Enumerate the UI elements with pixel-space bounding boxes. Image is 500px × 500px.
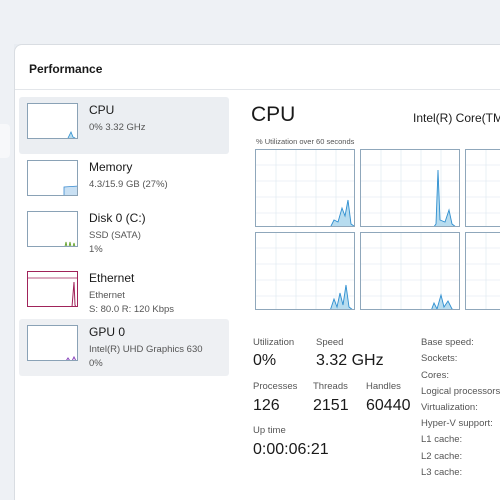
sidebar-item-ethernet[interactable]: Ethernet Ethernet S: 80.0 R: 120 Kbps: [19, 265, 229, 322]
uptime-value: 0:00:06:21: [253, 441, 329, 458]
spec-label: Sockets:: [421, 353, 458, 364]
utilization-value: 0%: [253, 352, 277, 369]
cpu-core-graph: [255, 149, 355, 227]
sidebar-item-detail: 0% 3.32 GHz: [89, 122, 146, 133]
nav-rail-selected-item[interactable]: [0, 124, 10, 158]
performance-window: Performance CPU 0% 3.32 GHz Memory 4.3/1…: [14, 44, 500, 500]
spec-label: L3 cache:: [421, 467, 463, 478]
sidebar-item-detail: 0%: [89, 358, 103, 369]
spec-label: Logical processors:: [421, 386, 500, 397]
utilization-label: Utilization: [253, 337, 295, 348]
sidebar-item-label: CPU: [89, 103, 115, 117]
sidebar-item-label: Memory: [89, 160, 133, 174]
threads-label: Threads: [313, 381, 348, 392]
cpu-thumbnail-graph: [27, 103, 78, 139]
page-title: Performance: [29, 62, 103, 76]
speed-value: 3.32 GHz: [316, 352, 384, 369]
title-bar: [0, 0, 500, 44]
spec-label: Virtualization:: [421, 402, 478, 413]
cpu-core-graph: [465, 232, 500, 310]
spec-label: Hyper-V support:: [421, 418, 493, 429]
cpu-core-graph: [360, 149, 460, 227]
nav-rail: [0, 44, 14, 500]
sidebar-item-detail: SSD (SATA): [89, 230, 141, 241]
sidebar-item-gpu[interactable]: GPU 0 Intel(R) UHD Graphics 630 0%: [19, 319, 229, 376]
spec-label: Base speed:: [421, 337, 474, 348]
sidebar-item-detail: Intel(R) UHD Graphics 630: [89, 344, 203, 355]
processes-value: 126: [253, 397, 280, 414]
sidebar-item-detail: Ethernet: [89, 290, 125, 301]
graph-caption: % Utilization over 60 seconds: [256, 137, 355, 146]
cpu-heading: CPU: [251, 103, 296, 126]
spec-label: L2 cache:: [421, 451, 463, 462]
uptime-label: Up time: [253, 425, 286, 436]
sidebar-item-label: GPU 0: [89, 325, 126, 339]
speed-label: Speed: [316, 337, 344, 348]
header-divider: [15, 89, 500, 90]
cpu-core-graph: [360, 232, 460, 310]
processes-label: Processes: [253, 381, 298, 392]
sidebar-item-detail: S: 80.0 R: 120 Kbps: [89, 304, 175, 315]
ethernet-thumbnail-graph: [27, 271, 78, 307]
sidebar-item-detail: 1%: [89, 244, 103, 255]
threads-value: 2151: [313, 397, 349, 414]
sidebar-item-detail: 4.3/15.9 GB (27%): [89, 179, 168, 190]
handles-value: 60440: [366, 397, 411, 414]
sidebar-item-label: Ethernet: [89, 271, 135, 285]
disk-thumbnail-graph: [27, 211, 78, 247]
sidebar-item-disk[interactable]: Disk 0 (C:) SSD (SATA) 1%: [19, 205, 229, 262]
sidebar-item-cpu[interactable]: CPU 0% 3.32 GHz: [19, 97, 229, 154]
memory-thumbnail-graph: [27, 160, 78, 196]
handles-label: Handles: [366, 381, 401, 392]
cpu-model-name: Intel(R) Core(TM: [413, 111, 500, 125]
sidebar-item-label: Disk 0 (C:): [89, 211, 146, 225]
cpu-core-graph: [465, 149, 500, 227]
sidebar-item-memory[interactable]: Memory 4.3/15.9 GB (27%): [19, 154, 229, 211]
gpu-thumbnail-graph: [27, 325, 78, 361]
spec-label: L1 cache:: [421, 434, 463, 445]
cpu-core-graph: [255, 232, 355, 310]
spec-label: Cores:: [421, 370, 449, 381]
